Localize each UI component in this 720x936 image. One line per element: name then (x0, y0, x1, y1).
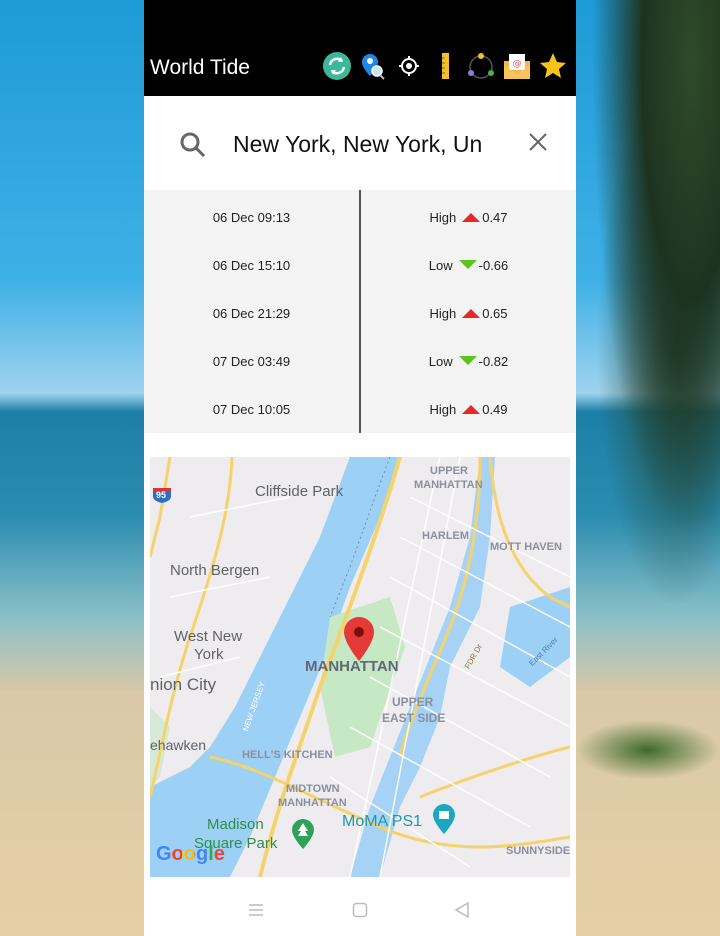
app-bar: World Tide @ (144, 0, 576, 96)
share-network-icon[interactable] (466, 51, 496, 81)
map-label-midtown-2: MANHATTAN (278, 797, 347, 809)
map-label-moma-ps1: MoMA PS1 (342, 813, 423, 830)
map-label-upper-manhattan-1: UPPER (430, 465, 468, 477)
search-input[interactable]: New York, New York, Un (233, 131, 493, 158)
tide-value: Low -0.82 (361, 354, 576, 369)
tide-datetime: 06 Dec 21:29 (212, 306, 291, 321)
location-search-icon[interactable] (358, 51, 388, 81)
map-label-west-new-york-1: West New (174, 628, 243, 645)
tide-type: High (429, 210, 457, 225)
tide-value: High 0.49 (361, 402, 576, 417)
tide-row: 07 Dec 10:05 High 0.49 (144, 382, 576, 430)
high-tide-arrow-icon (462, 405, 481, 414)
tide-value: Low -0.66 (361, 258, 576, 273)
high-tide-arrow-icon (462, 309, 481, 318)
svg-text:@: @ (513, 59, 522, 69)
google-logo: Google (156, 843, 225, 865)
highway-95-shield: 95 (152, 487, 172, 508)
low-tide-arrow-icon (458, 356, 477, 365)
tide-datetime: 06 Dec 15:10 (212, 258, 291, 273)
map-label-hells-kitchen: HELL'S KITCHEN (242, 749, 333, 761)
tide-table: 06 Dec 09:13 High 0.47 06 Dec 15:10 Low -0… (144, 190, 576, 433)
app-title: World Tide (150, 56, 250, 79)
tide-height: 0.65 (482, 306, 508, 321)
map-label-union-city: nion City (150, 675, 217, 694)
map-label-north-bergen: North Bergen (170, 562, 260, 579)
background-grass (575, 720, 720, 780)
map-label-upper-manhattan-2: MANHATTAN (414, 479, 483, 491)
map-label-cliffside-park: Cliffside Park (255, 483, 344, 500)
tide-row: 07 Dec 03:49 Low -0.82 (144, 334, 576, 382)
search-icon[interactable] (178, 130, 208, 165)
tide-datetime: 07 Dec 10:05 (212, 402, 291, 417)
tide-height: 0.49 (482, 402, 508, 417)
tide-height: -0.82 (478, 354, 509, 369)
phone-screen: World Tide @ New York, New York, Un 06 D… (144, 0, 576, 936)
refresh-icon[interactable] (322, 51, 352, 81)
map-label-upper-east-side-1: UPPER (392, 695, 434, 709)
location-pin-icon[interactable] (344, 617, 374, 666)
map-label-harlem: HARLEM (422, 530, 470, 542)
tide-row: 06 Dec 09:13 High 0.47 (144, 190, 576, 238)
map-label-upper-east-side-2: EAST SIDE (382, 711, 446, 725)
map-label-mott-haven: MOTT HAVEN (490, 541, 562, 553)
home-icon[interactable] (352, 902, 368, 923)
tide-value: High 0.47 (361, 210, 576, 225)
museum-marker-icon[interactable] (433, 804, 455, 839)
map-view[interactable]: 95 Cliffside Park UPPER MANHATTAN HARLEM… (150, 457, 570, 877)
tide-type: High (429, 306, 457, 321)
star-icon[interactable] (538, 51, 568, 81)
map-label-madison-1: Madison (207, 816, 264, 833)
back-icon[interactable] (454, 901, 470, 924)
tide-height: 0.47 (482, 210, 508, 225)
tide-type: Low (428, 354, 453, 369)
menu-icon[interactable] (248, 902, 264, 923)
gps-target-icon[interactable] (394, 51, 424, 81)
tide-height: -0.66 (478, 258, 509, 273)
tide-type: High (429, 402, 457, 417)
ruler-icon[interactable] (430, 51, 460, 81)
park-marker-icon[interactable] (292, 819, 314, 854)
tide-row: 06 Dec 21:29 High 0.65 (144, 286, 576, 334)
map-label-west-new-york-2: York (194, 646, 224, 663)
tide-datetime: 07 Dec 03:49 (212, 354, 291, 369)
close-icon[interactable] (526, 130, 550, 154)
map-label-weehawken: ehawken (150, 737, 207, 753)
high-tide-arrow-icon (462, 213, 481, 222)
tide-value: High 0.65 (361, 306, 576, 321)
tide-row: 06 Dec 15:10 Low -0.66 (144, 238, 576, 286)
tide-type: Low (428, 258, 453, 273)
toolbar: @ (322, 51, 568, 81)
system-nav-bar (144, 877, 576, 936)
map-label-sunnyside: SUNNYSIDE (506, 845, 570, 857)
email-icon[interactable]: @ (502, 51, 532, 81)
map-label-midtown-1: MIDTOWN (286, 783, 340, 795)
low-tide-arrow-icon (458, 260, 477, 269)
search-bar: New York, New York, Un (144, 96, 576, 190)
tide-datetime: 06 Dec 09:13 (212, 210, 291, 225)
background-palm (575, 0, 720, 620)
